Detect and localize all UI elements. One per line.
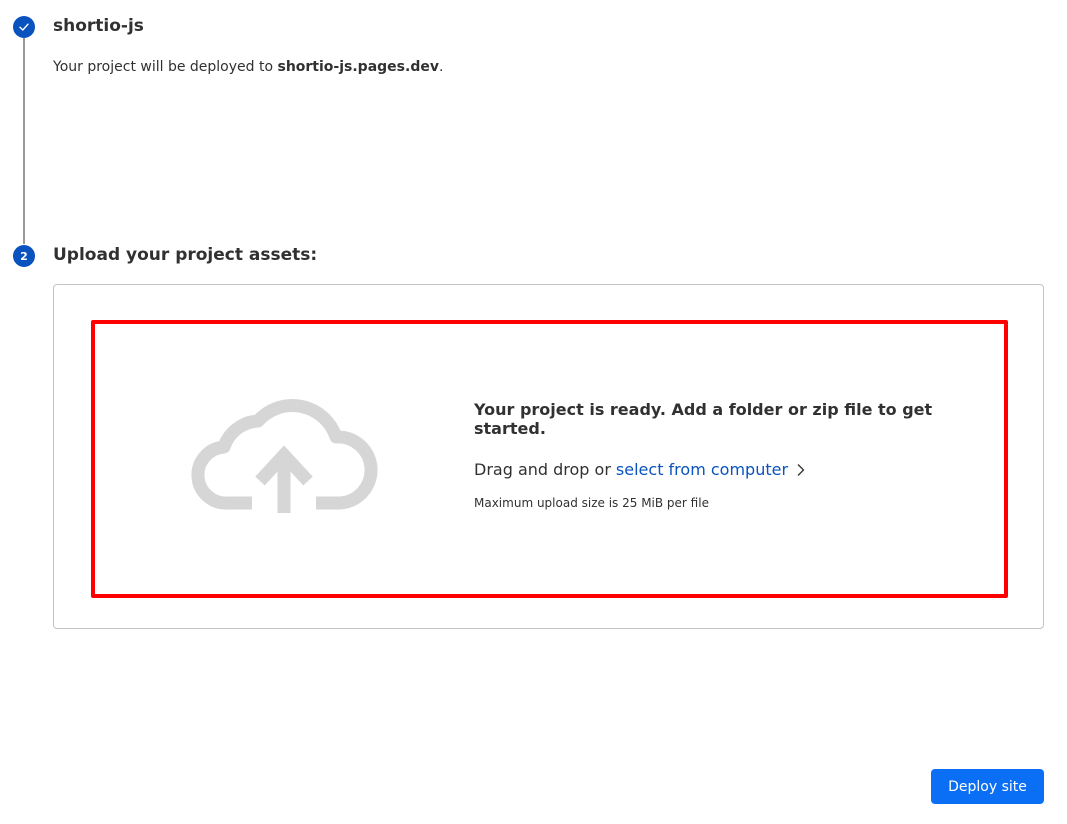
chevron-right-icon[interactable] <box>796 463 806 477</box>
max-upload-size-note: Maximum upload size is 25 MiB per file <box>474 496 709 510</box>
file-dropzone[interactable]: Your project is ready. Add a folder or z… <box>91 320 1008 598</box>
step-connector-line <box>23 38 25 244</box>
deploy-site-button[interactable]: Deploy site <box>931 769 1044 804</box>
dropzone-text-block: Your project is ready. Add a folder or z… <box>474 400 994 510</box>
deploy-destination-note: Your project will be deployed to shortio… <box>53 59 444 75</box>
checkmark-icon <box>19 23 29 31</box>
step-2-number-badge: 2 <box>13 245 35 267</box>
deploy-domain: shortio-js.pages.dev <box>277 59 439 75</box>
dropzone-instructions: Drag and drop or select from computer <box>474 460 994 479</box>
dropzone-heading: Your project is ready. Add a folder or z… <box>474 400 933 438</box>
project-name-heading: shortio-js <box>53 16 144 36</box>
upload-card: Your project is ready. Add a folder or z… <box>53 284 1044 629</box>
page: shortio-js Your project will be deployed… <box>0 0 1067 824</box>
step-1-complete-badge <box>13 16 35 38</box>
upload-assets-heading: Upload your project assets: <box>53 245 318 265</box>
cloud-upload-icon <box>191 399 378 513</box>
drag-drop-label: Drag and drop or <box>474 460 611 479</box>
select-from-computer-link[interactable]: select from computer <box>616 460 788 479</box>
